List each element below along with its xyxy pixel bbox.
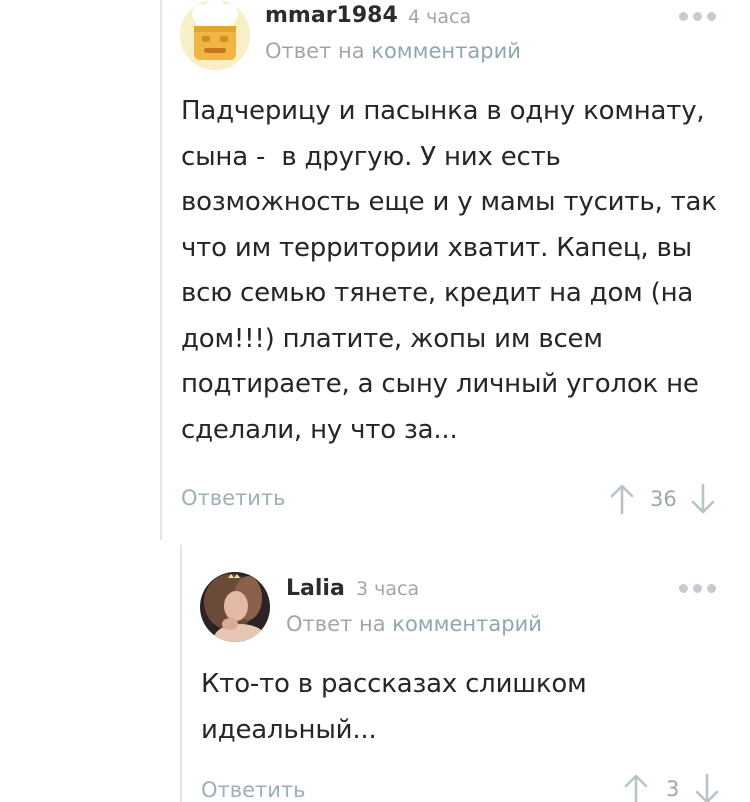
comment: mmar1984 4 часа Ответ на комментарий Пад… (0, 0, 750, 540)
reply-to-prefix: Ответ на (265, 39, 365, 63)
comment-reply: Lalia 3 часа Ответ на комментарий Кто-то… (0, 540, 750, 802)
comment-text: Падчерицу и пасынка в одну комнату, сына… (181, 96, 717, 445)
arrow-up-icon[interactable] (608, 483, 636, 515)
avatar-image (180, 0, 250, 70)
reply-button[interactable]: Ответить (201, 778, 306, 802)
more-dots-icon[interactable] (679, 584, 716, 593)
reply-to-link[interactable]: комментарий (392, 612, 542, 636)
vote-controls: 3 (622, 773, 721, 802)
username[interactable]: Lalia (286, 576, 345, 601)
avatar-image (200, 572, 270, 642)
more-dots-icon[interactable] (679, 12, 716, 21)
reply-button[interactable]: Ответить (181, 486, 286, 510)
reply-to-link[interactable]: комментарий (371, 39, 521, 63)
avatar[interactable] (200, 572, 270, 642)
avatar[interactable] (180, 0, 250, 70)
comment-text: Кто-то в рассказах слишком идеальный... (201, 669, 587, 745)
vote-controls: 36 (608, 483, 717, 515)
username[interactable]: mmar1984 (265, 3, 398, 28)
reply-to-prefix: Ответ на (286, 612, 386, 636)
arrow-down-icon[interactable] (693, 773, 721, 802)
vote-score: 3 (666, 777, 680, 801)
comment-time: 3 часа (356, 578, 420, 600)
vote-score: 36 (650, 487, 677, 511)
reply-to-info: Ответ на комментарий (265, 39, 521, 63)
comment-time: 4 часа (408, 6, 472, 28)
reply-to-info: Ответ на комментарий (286, 612, 542, 636)
arrow-up-icon[interactable] (622, 773, 650, 802)
arrow-down-icon[interactable] (689, 483, 717, 515)
